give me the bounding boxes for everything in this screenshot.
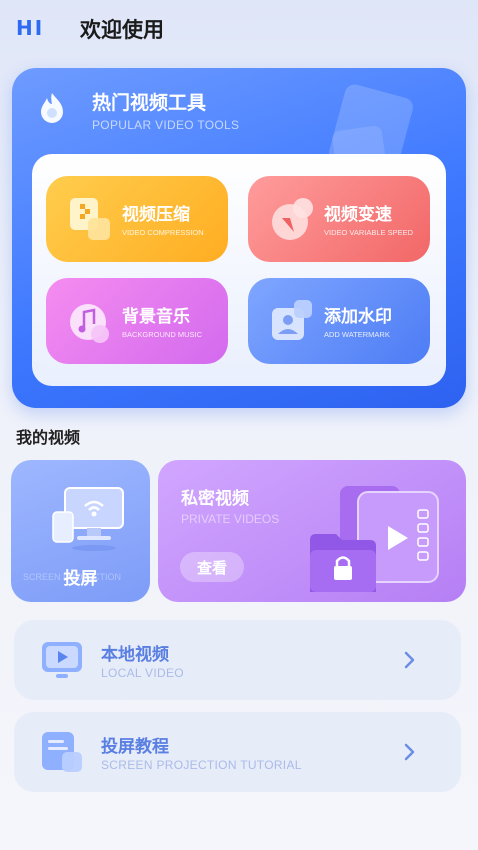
tutorial-item[interactable]: 投屏教程 SCREEN PROJECTION TUTORIAL	[14, 712, 461, 792]
fire-icon	[41, 93, 63, 123]
tool-label: 背景音乐	[122, 307, 190, 327]
tool-label: 视频压缩	[122, 205, 190, 225]
cast-label: 投屏	[63, 569, 98, 589]
video-speed-button[interactable]: 视频变速 VIDEO VARIABLE SPEED	[248, 176, 430, 262]
local-video-title: 本地视频	[101, 645, 169, 665]
screen-cast-card[interactable]: SCREEN PROJECTION 投屏	[11, 460, 150, 602]
popular-tools-card: 热门视频工具 POPULAR VIDEO TOOLS 视频压缩 VIDEO CO…	[12, 68, 466, 408]
private-videos-title: 私密视频	[181, 489, 249, 509]
music-note-icon	[70, 304, 109, 343]
tutorial-title: 投屏教程	[101, 737, 169, 757]
app-logo: HI	[16, 16, 45, 40]
background-music-button[interactable]: 背景音乐 BACKGROUND MUSIC	[46, 278, 228, 364]
tool-sublabel: BACKGROUND MUSIC	[122, 330, 203, 339]
local-video-item[interactable]: 本地视频 LOCAL VIDEO	[14, 620, 461, 700]
tool-sublabel: VIDEO VARIABLE SPEED	[324, 228, 414, 237]
tool-label: 添加水印	[324, 307, 392, 327]
tutorial-subtitle: SCREEN PROJECTION TUTORIAL	[101, 758, 302, 772]
local-video-subtitle: LOCAL VIDEO	[101, 666, 184, 680]
view-button[interactable]: 查看	[180, 552, 244, 582]
my-videos-title: 我的视频	[16, 428, 81, 447]
locked-folder-icon	[310, 486, 439, 592]
tools-panel: 视频压缩 VIDEO COMPRESSION 视频变速 VIDEO VARIAB…	[32, 154, 446, 386]
video-compression-button[interactable]: 视频压缩 VIDEO COMPRESSION	[46, 176, 228, 262]
hero-subtitle: POPULAR VIDEO TOOLS	[92, 118, 240, 132]
private-videos-subtitle: PRIVATE VIDEOS	[181, 512, 280, 526]
tool-sublabel: ADD WATERMARK	[324, 330, 390, 339]
welcome-title: 欢迎使用	[80, 18, 164, 42]
header: HI 欢迎使用	[0, 0, 478, 60]
watermark-icon	[272, 300, 312, 340]
add-watermark-button[interactable]: 添加水印 ADD WATERMARK	[248, 278, 430, 364]
tutorial-doc-icon	[42, 732, 82, 772]
tool-label: 视频变速	[324, 205, 392, 225]
chevron-right-icon	[404, 743, 415, 761]
compress-icon	[70, 198, 110, 240]
private-videos-card[interactable]: 私密视频 PRIVATE VIDEOS 查看	[158, 460, 466, 602]
speed-icon	[272, 198, 313, 240]
tool-sublabel: VIDEO COMPRESSION	[122, 228, 204, 237]
screen-cast-icon	[52, 487, 124, 551]
hero-title: 热门视频工具	[92, 92, 207, 114]
chevron-right-icon	[404, 651, 415, 669]
monitor-play-icon	[42, 642, 82, 678]
